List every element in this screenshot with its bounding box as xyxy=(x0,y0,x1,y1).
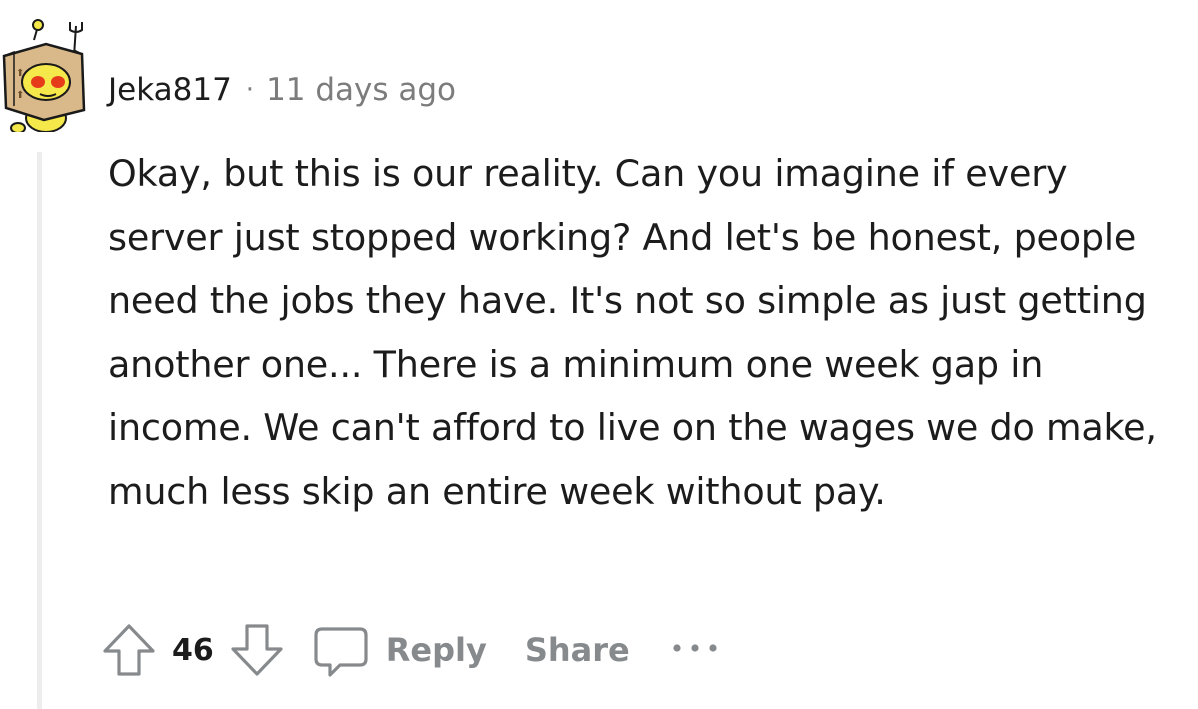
username-link[interactable]: Jeka817 xyxy=(108,72,232,108)
share-button[interactable]: Share xyxy=(525,631,630,669)
svg-text:⬆: ⬆ xyxy=(16,90,24,101)
thread-line[interactable] xyxy=(37,152,42,709)
horizontal-ellipsis-icon[interactable] xyxy=(672,640,718,660)
arrow-up-outline-icon[interactable] xyxy=(100,621,158,679)
arrow-down-outline-icon[interactable] xyxy=(228,621,286,679)
snoo-box-head-avatar: ⬆ ⬆ xyxy=(2,19,86,134)
vote-count: 46 xyxy=(172,632,214,668)
comment-body-text: Okay, but this is our reality. Can you i… xyxy=(108,152,1157,513)
speech-bubble-icon xyxy=(312,621,370,679)
reply-button[interactable]: Reply xyxy=(312,621,487,679)
svg-text:⬆: ⬆ xyxy=(16,68,24,79)
reply-label: Reply xyxy=(385,631,487,669)
comment-body: Okay, but this is our reality. Can you i… xyxy=(108,142,1188,523)
timestamp-link[interactable]: 11 days ago xyxy=(266,72,456,108)
comment-header: Jeka817 · 11 days ago xyxy=(108,68,456,112)
comment-actions: 46 Reply Share xyxy=(100,616,718,684)
header-separator: · xyxy=(245,75,255,105)
user-avatar[interactable]: ⬆ ⬆ xyxy=(0,18,96,134)
